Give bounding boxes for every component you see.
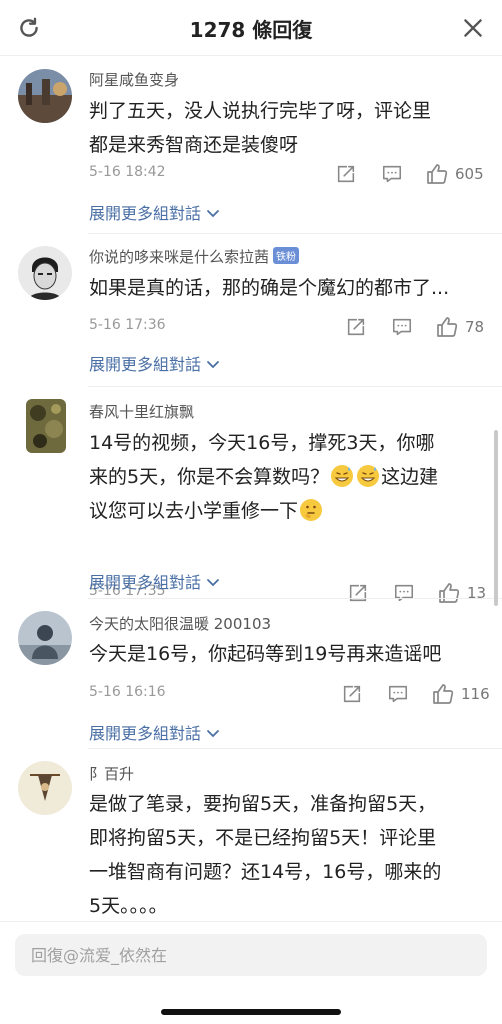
timestamp: 5-16 17:36 [89,317,166,333]
comment-line-part: 这边建 [381,466,439,488]
avatar[interactable] [26,399,66,453]
expand-replies-link[interactable]: 展開更多組對話 [89,569,220,593]
thumbs-up-icon [437,317,458,337]
reply-footer [0,921,502,1024]
comment-line: 即将拘留5天，不是已经拘留5天！评论里 [89,827,437,849]
expand-replies-link[interactable]: 展開更多組對話 [89,351,220,375]
comment-line: 议您可以去小学重修一下 [89,494,485,528]
like-count: 116 [461,685,490,703]
like-button[interactable]: 78 [435,314,484,340]
repost-icon[interactable] [345,314,367,340]
timestamp: 5-16 18:42 [89,164,166,180]
expand-replies-link[interactable]: 展開更多組對話 [89,200,220,224]
chevron-down-icon [207,361,219,369]
comment-list[interactable]: 阿星咸鱼变身 判了五天，没人说执行完毕了呀，评论里 都是来秀智商还是装傻呀 5-… [0,57,502,921]
comment-item: 展開更多組對話 今天的太阳很温暖 200103 今天是16号，你起码等到19号再… [0,573,502,749]
comment-line: 都是来秀智商还是装傻呀 [89,134,299,156]
comment-line: 一堆智商有问题？还14号，16号，哪来的 [89,861,442,883]
like-button[interactable]: 605 [425,161,484,187]
comment-line: 判了五天，没人说执行完毕了呀，评论里 [89,100,432,122]
username-text: 你说的哆来咪是什么索拉茜 [89,248,270,266]
fan-badge: 铁粉 [273,247,300,264]
expand-label: 展開更多組對話 [89,355,202,374]
comment-text: 14号的视频，今天16号，撑死3天，你哪 来的5天，你是不会算数吗？ 这边建 议您… [89,426,485,528]
comment-item: 阿星咸鱼变身 判了五天，没人说执行完毕了呀，评论里 都是来秀智商还是装傻呀 5-… [0,57,502,234]
comment-meta: 5-16 18:42 605 [89,161,484,187]
comment-text: 今天是16号，你起码等到19号再来造谣吧 [89,637,485,671]
username[interactable]: 你说的哆来咪是什么索拉茜 铁粉 [89,246,300,267]
avatar[interactable] [18,611,72,665]
expand-label: 展開更多組對話 [89,573,202,592]
avatar[interactable] [18,69,72,123]
comment-text: 如果是真的话，那的确是个魔幻的都市了... [89,271,485,305]
comment-meta: 5-16 17:36 78 [89,314,484,340]
expand-replies-link[interactable]: 展開更多組對話 [89,720,220,744]
comment-line: 如果是真的话，那的确是个魔幻的都市了... [89,277,450,299]
comment-line-part: 来的5天，你是不会算数吗？ [89,466,330,488]
comment-line: 是做了笔录，要拘留5天，准备拘留5天， [89,793,437,815]
comment-item: 你说的哆来咪是什么索拉茜 铁粉 如果是真的话，那的确是个魔幻的都市了... 5-1… [0,234,502,387]
comment-icon[interactable] [391,314,413,340]
page-title: 1278 條回復 [189,18,313,42]
like-count: 78 [465,318,485,336]
timestamp: 5-16 16:16 [89,684,166,700]
thinking-emoji-icon [300,499,323,521]
comment-text: 判了五天，没人说执行完毕了呀，评论里 都是来秀智商还是装傻呀 [89,94,485,162]
like-button[interactable]: 116 [431,681,490,707]
comment-line: 14号的视频，今天16号，撑死3天，你哪 [89,432,435,454]
grinning-sweat-emoji-icon [331,465,354,487]
comment-line: 5天。。。。 [89,895,168,917]
comment-item: 阝百升 是做了笔录，要拘留5天，准备拘留5天， 即将拘留5天，不是已经拘留5天！… [0,749,502,921]
username[interactable]: 春风十里红旗飘 [89,401,194,422]
comment-icon[interactable] [387,681,409,707]
home-indicator [161,1009,341,1015]
username[interactable]: 阿星咸鱼变身 [89,69,179,90]
grinning-sweat-emoji-icon [357,465,380,487]
avatar[interactable] [18,246,72,300]
username[interactable]: 阝百升 [89,763,134,784]
dialog-header: 1278 條回復 [0,0,502,56]
repost-icon[interactable] [341,681,363,707]
thumbs-up-icon [427,164,448,184]
comment-item: 春风十里红旗飘 14号的视频，今天16号，撑死3天，你哪 来的5天，你是不会算数… [0,387,502,603]
repost-icon[interactable] [335,161,357,187]
comment-line: 今天是16号，你起码等到19号再来造谣吧 [89,643,442,665]
thumbs-up-icon [433,684,454,704]
comment-line: 来的5天，你是不会算数吗？ 这边建 [89,460,485,494]
scrollbar[interactable] [494,430,498,606]
username[interactable]: 今天的太阳很温暖 200103 [89,613,271,634]
like-count: 605 [455,165,484,183]
chevron-down-icon [207,730,219,738]
expand-label: 展開更多組對話 [89,724,202,743]
chevron-down-icon [207,579,219,587]
comment-icon[interactable] [381,161,403,187]
comment-text: 是做了笔录，要拘留5天，准备拘留5天， 即将拘留5天，不是已经拘留5天！评论里 … [89,787,485,921]
expand-label: 展開更多組對話 [89,204,202,223]
avatar[interactable] [18,761,72,815]
chevron-down-icon [207,210,219,218]
comment-line-part: 议您可以去小学重修一下 [89,500,299,522]
comment-meta: 5-16 16:16 116 [89,681,490,707]
reply-input[interactable] [15,934,487,976]
close-icon[interactable] [460,15,486,41]
